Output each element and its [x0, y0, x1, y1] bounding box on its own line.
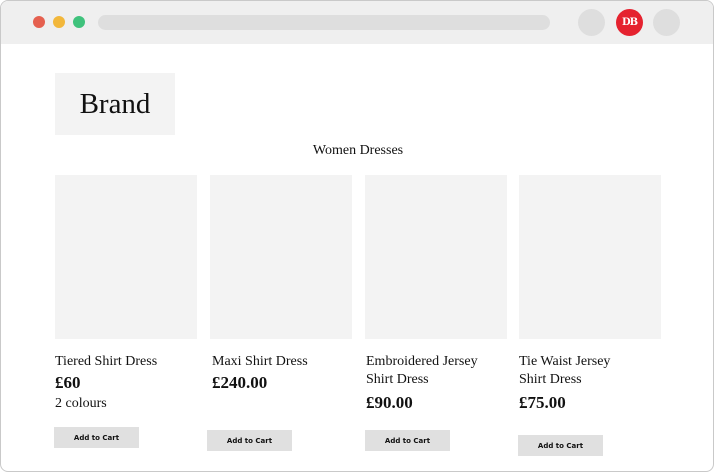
address-bar[interactable] [98, 15, 550, 30]
product-price: £240.00 [212, 373, 268, 392]
product-price: £75.00 [519, 393, 566, 412]
product-image-placeholder[interactable] [55, 175, 197, 339]
maximize-window-button[interactable] [73, 16, 85, 28]
browser-window: DB Brand Women Dresses Tiered Shirt Dres… [0, 0, 714, 472]
product-price: £60 [55, 373, 81, 392]
brand-logo[interactable]: Brand [55, 73, 175, 135]
product-card[interactable]: Tiered Shirt Dress £60 2 colours Add to … [54, 175, 197, 448]
product-card[interactable]: Maxi Shirt Dress £240.00 Add to Cart [207, 175, 352, 451]
product-card[interactable]: Embroidered Jersey Shirt Dress £90.00 Ad… [365, 175, 507, 451]
product-image-placeholder[interactable] [519, 175, 661, 339]
browser-toolbar: DB [1, 1, 713, 44]
add-to-cart-button[interactable]: Add to Cart [518, 435, 603, 456]
product-name[interactable]: Embroidered Jersey Shirt Dress [366, 353, 491, 389]
add-to-cart-button[interactable]: Add to Cart [365, 430, 450, 451]
product-colours: 2 colours [55, 396, 107, 411]
profile-logo-badge[interactable]: DB [616, 9, 643, 36]
page-title: Women Dresses [312, 143, 404, 158]
product-name[interactable]: Maxi Shirt Dress [212, 353, 362, 371]
minimize-window-button[interactable] [53, 16, 65, 28]
product-card[interactable]: Tie Waist Jersey Shirt Dress £75.00 Add … [518, 175, 661, 456]
product-name[interactable]: Tie Waist Jersey Shirt Dress [519, 353, 624, 389]
add-to-cart-button[interactable]: Add to Cart [54, 427, 139, 448]
toolbar-button-2[interactable] [653, 9, 680, 36]
close-window-button[interactable] [33, 16, 45, 28]
toolbar-button-1[interactable] [578, 9, 605, 36]
product-price: £90.00 [366, 393, 413, 412]
product-image-placeholder[interactable] [210, 175, 352, 339]
product-name[interactable]: Tiered Shirt Dress [55, 353, 205, 371]
product-image-placeholder[interactable] [365, 175, 507, 339]
add-to-cart-button[interactable]: Add to Cart [207, 430, 292, 451]
